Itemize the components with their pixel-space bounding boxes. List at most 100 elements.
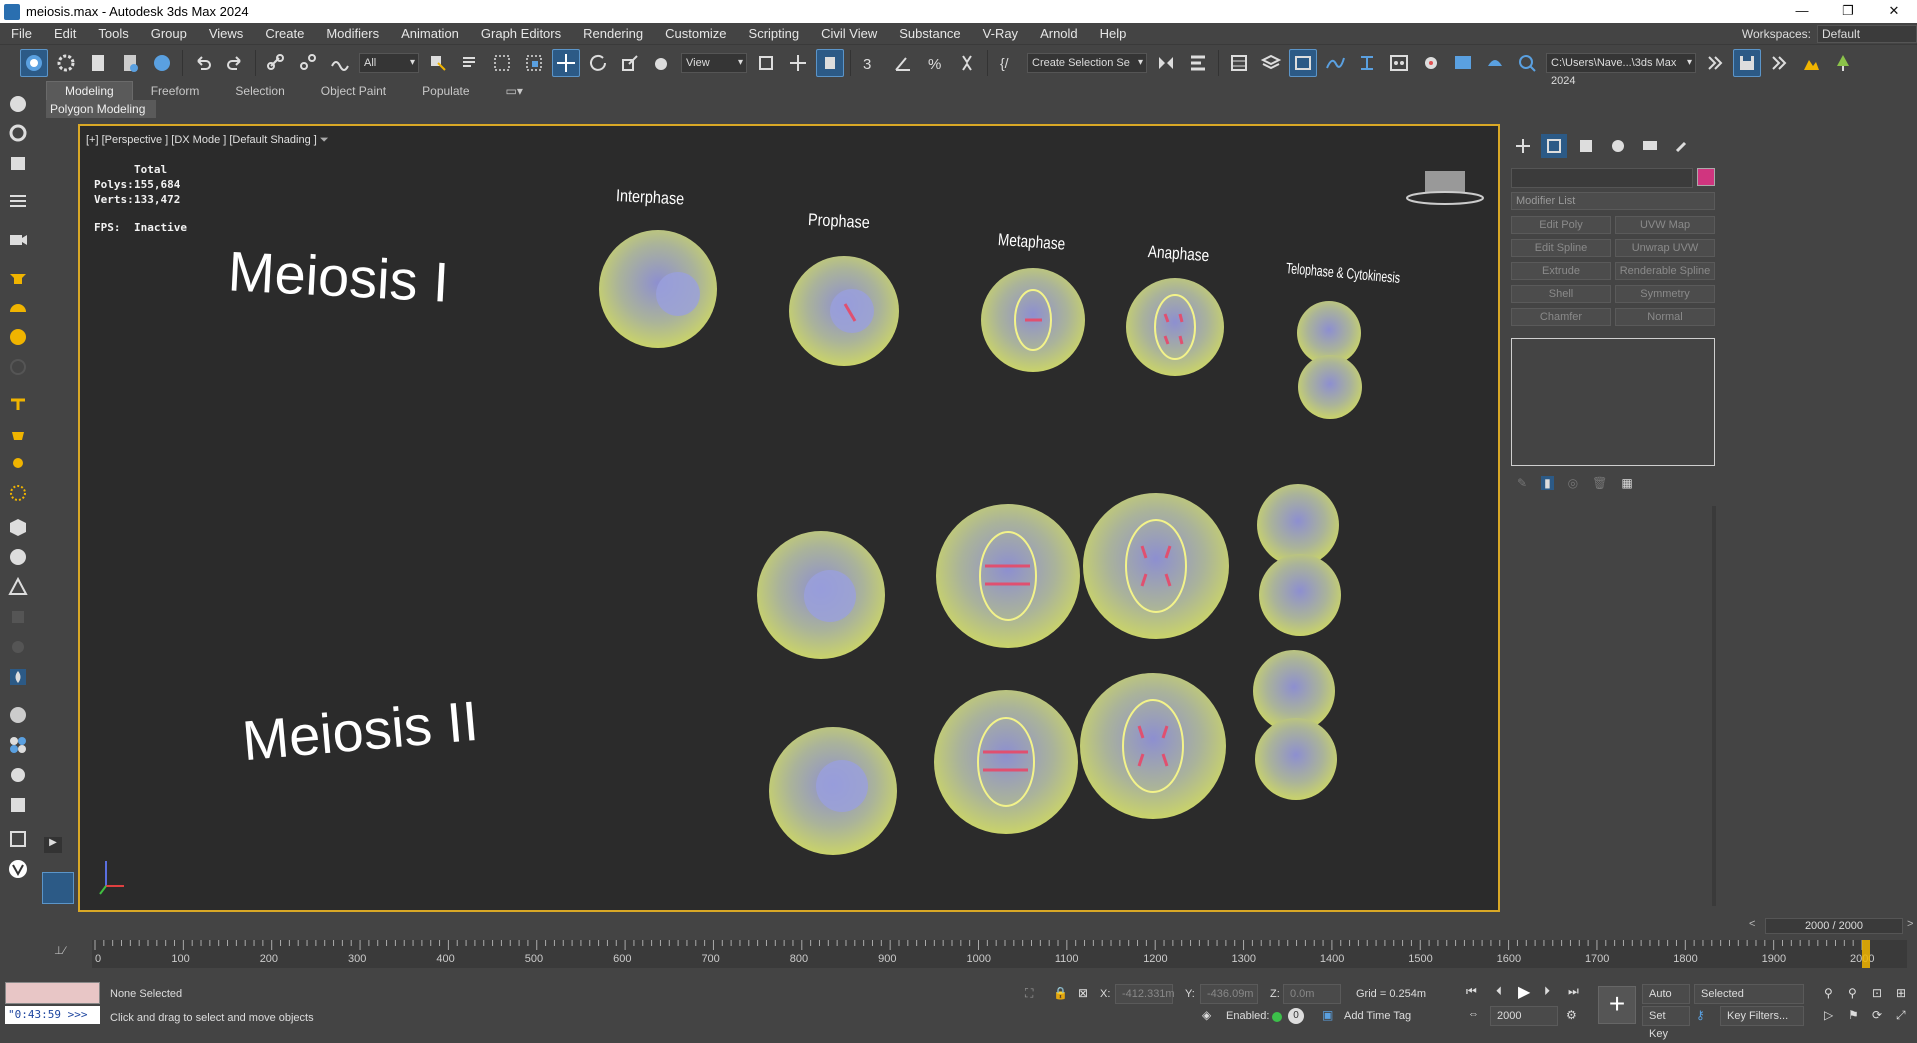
- cube-icon[interactable]: [4, 514, 32, 540]
- key-mode-toggle-icon[interactable]: ⇔: [1468, 1008, 1479, 1020]
- menu-rendering[interactable]: Rendering: [572, 23, 654, 45]
- box-icon[interactable]: [4, 150, 32, 176]
- circle-outline-icon[interactable]: [4, 354, 32, 380]
- orbit-icon[interactable]: [4, 120, 32, 146]
- motion-tab-icon[interactable]: [1605, 134, 1631, 158]
- reference-coordinate-dropdown[interactable]: View: [681, 53, 747, 73]
- schematic-view-icon[interactable]: [1353, 49, 1381, 77]
- material-editor-icon[interactable]: [1385, 49, 1413, 77]
- render-in-cloud-icon[interactable]: [1513, 49, 1541, 77]
- scene-explorer-icon[interactable]: [1225, 49, 1253, 77]
- auto-key-button[interactable]: Auto Key: [1642, 984, 1690, 1018]
- frame-counter[interactable]: 2000 / 2000: [1765, 918, 1903, 934]
- time-tag-cube-icon[interactable]: ▣: [1322, 1008, 1333, 1022]
- menu-scripting[interactable]: Scripting: [738, 23, 811, 45]
- object-color-swatch[interactable]: [1697, 168, 1715, 186]
- pyramid-icon[interactable]: [4, 574, 32, 600]
- layer-explorer-icon[interactable]: [1257, 49, 1285, 77]
- placement-icon[interactable]: [648, 49, 676, 77]
- list-tool-icon[interactable]: [4, 826, 32, 852]
- select-object-icon[interactable]: [20, 49, 48, 77]
- cell-meiosis2-metaphase-a[interactable]: [936, 504, 1080, 648]
- camera-icon[interactable]: [4, 226, 32, 252]
- move-icon[interactable]: [552, 49, 580, 77]
- show-end-result-icon[interactable]: ▮: [1541, 476, 1554, 490]
- rotate-icon[interactable]: [584, 49, 612, 77]
- previous-frame-icon[interactable]: ⏴: [1496, 984, 1502, 999]
- project-folder-dropdown[interactable]: C:\Users\Nave...\3ds Max 2024: [1546, 53, 1696, 87]
- prev-frame-arrow-icon[interactable]: <: [1749, 918, 1755, 930]
- maxscript-listener-mini[interactable]: [5, 982, 100, 1004]
- sphere-icon[interactable]: [4, 324, 32, 350]
- cell-anaphase[interactable]: [1126, 278, 1224, 376]
- zoom-extents-all-icon[interactable]: ⊞: [1896, 986, 1906, 1000]
- rendered-frame-window-icon[interactable]: [1449, 49, 1477, 77]
- current-frame-field[interactable]: 2000: [1490, 1006, 1558, 1026]
- menu-animation[interactable]: Animation: [390, 23, 470, 45]
- window-crossing-icon[interactable]: [520, 49, 548, 77]
- object-name-field[interactable]: [1511, 168, 1693, 188]
- unlink-icon[interactable]: [294, 49, 322, 77]
- snaps-toggle-icon[interactable]: 3: [857, 49, 885, 77]
- play-icon[interactable]: ▶: [1518, 982, 1530, 1002]
- create-tab-plus-icon[interactable]: [1510, 134, 1536, 158]
- mod-uvw-map-button[interactable]: UVW Map: [1615, 216, 1715, 234]
- minimize-button[interactable]: —: [1779, 0, 1825, 23]
- menu-edit[interactable]: Edit: [43, 23, 87, 45]
- menu-graph-editors[interactable]: Graph Editors: [470, 23, 572, 45]
- workspaces-dropdown[interactable]: Default: [1817, 25, 1917, 43]
- particles-icon[interactable]: [4, 732, 32, 758]
- orbit-subobject-icon[interactable]: ⟳: [1872, 1008, 1882, 1022]
- pivot-center-icon[interactable]: [752, 49, 780, 77]
- absolute-mode-icon[interactable]: ⊠: [1078, 986, 1088, 1000]
- rect-selection-icon[interactable]: [488, 49, 516, 77]
- menu-vray[interactable]: V-Ray: [972, 23, 1029, 45]
- next-frame-icon[interactable]: ⏵: [1544, 984, 1550, 999]
- layers-icon[interactable]: [4, 188, 32, 214]
- mod-unwrap-uvw-button[interactable]: Unwrap UVW: [1615, 239, 1715, 257]
- cell-meiosis2-telophase-a[interactable]: [1257, 484, 1341, 636]
- cell-meiosis2-anaphase-a[interactable]: [1083, 493, 1229, 639]
- add-time-tag[interactable]: Add Time Tag: [1344, 1010, 1411, 1022]
- angle-snap-icon[interactable]: [889, 49, 917, 77]
- teapot-icon[interactable]: [4, 420, 32, 446]
- mod-shell-button[interactable]: Shell: [1511, 285, 1611, 303]
- cell-prophase[interactable]: [789, 256, 899, 366]
- scale-icon[interactable]: [616, 49, 644, 77]
- zero-counter[interactable]: 0: [1288, 1008, 1304, 1024]
- sphere-gray-icon[interactable]: [4, 544, 32, 570]
- chevron-right-icon[interactable]: [1701, 49, 1729, 77]
- maximize-viewport-icon[interactable]: ⤢: [1896, 1008, 1906, 1023]
- time-slider-marker[interactable]: [1862, 940, 1870, 968]
- key-filters-button[interactable]: Key Filters...: [1720, 1006, 1804, 1026]
- cell-metaphase[interactable]: [981, 268, 1085, 372]
- ribbon-options-icon[interactable]: ▭▾: [488, 82, 541, 100]
- select-manipulate-icon[interactable]: [784, 49, 812, 77]
- hat-icon[interactable]: [4, 264, 32, 290]
- cell-meiosis2-anaphase-b[interactable]: [1080, 673, 1226, 819]
- zoom-all-icon[interactable]: ⚲: [1848, 986, 1857, 1000]
- make-unique-icon[interactable]: ◎: [1568, 476, 1578, 490]
- cell-interphase[interactable]: [599, 230, 717, 348]
- layer-stack-icon[interactable]: [4, 792, 32, 818]
- ribbon-panel-polygon-modeling[interactable]: Polygon Modeling: [46, 100, 156, 118]
- mod-extrude-button[interactable]: Extrude: [1511, 262, 1611, 280]
- zoom-extents-icon[interactable]: ⊡: [1872, 986, 1882, 1000]
- ribbon-tab-populate[interactable]: Populate: [404, 82, 487, 100]
- viewport-layout-button[interactable]: [42, 872, 74, 904]
- field-of-view-icon[interactable]: ▷: [1824, 1008, 1833, 1022]
- go-to-end-icon[interactable]: ⏭: [1568, 984, 1579, 999]
- enabled-indicator-icon[interactable]: [1272, 1012, 1282, 1022]
- save-icon[interactable]: [1733, 49, 1761, 77]
- walk-through-icon[interactable]: ⚑: [1848, 1008, 1859, 1022]
- flame-icon[interactable]: [4, 664, 32, 690]
- y-coordinate-field[interactable]: -436.09m: [1200, 984, 1258, 1004]
- selection-filter-dropdown[interactable]: All: [359, 53, 419, 73]
- file-save-icon[interactable]: [116, 49, 144, 77]
- isolate-selection-icon[interactable]: ⛶: [1025, 986, 1033, 1001]
- align-icon[interactable]: [1184, 49, 1212, 77]
- timeline-ruler[interactable]: 0 100 200 300 400 500 600 700 800 900 1000 1100 1200…: [92, 940, 1907, 968]
- redo-icon[interactable]: [221, 49, 249, 77]
- curve-toggle-icon[interactable]: ⊥∕: [54, 944, 65, 957]
- cell-telophase[interactable]: [1297, 301, 1362, 419]
